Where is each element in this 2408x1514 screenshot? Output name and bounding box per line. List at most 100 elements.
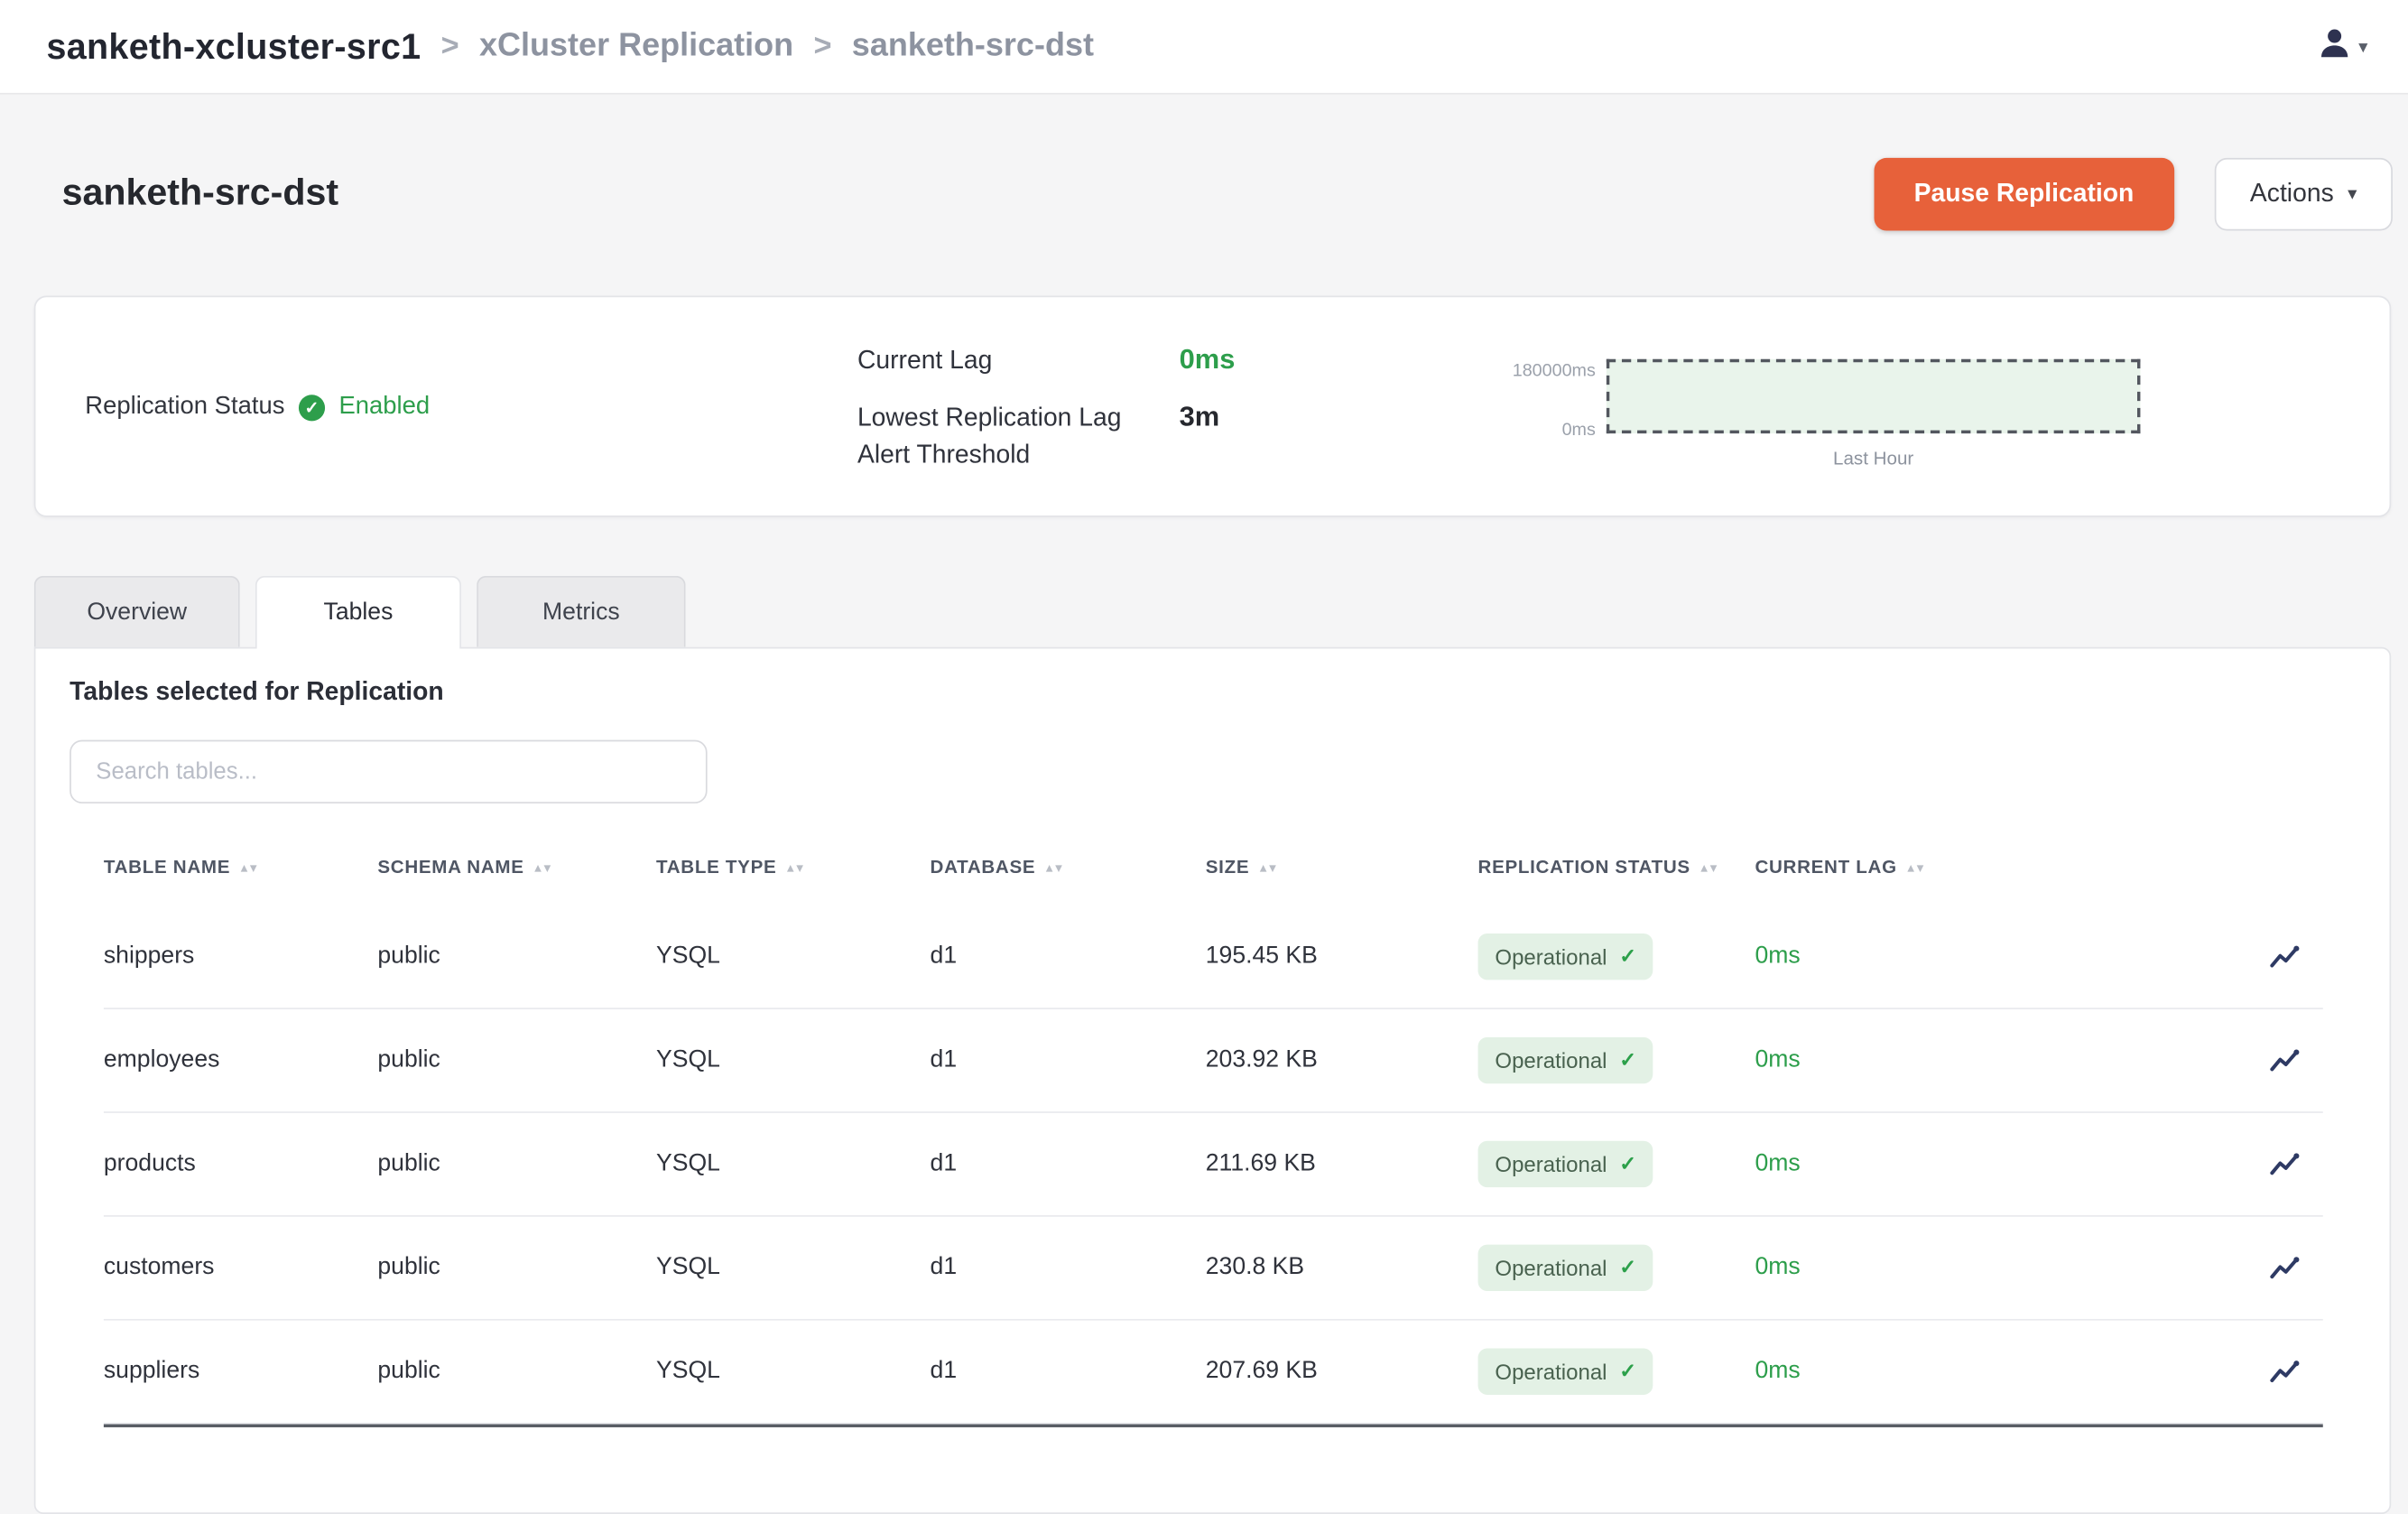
column-header-table-type[interactable]: TABLE TYPE ▴▾ (656, 856, 931, 878)
check-icon: ✓ (1619, 1256, 1636, 1280)
status-badge-label: Operational (1495, 1256, 1607, 1280)
replication-status-group: Replication Status ✓ Enabled (85, 394, 430, 422)
actions-button-label: Actions (2250, 179, 2334, 209)
cell-size: 203.92 KB (1206, 1046, 1478, 1074)
row-chart-button[interactable] (2269, 1147, 2301, 1180)
lowest-lag-value: 3m (1180, 401, 1236, 433)
cell-replication-status: Operational ✓ (1478, 1349, 1755, 1395)
cell-schema-name: public (377, 1358, 656, 1386)
chart-x-label: Last Hour (1607, 448, 2141, 469)
breadcrumb-separator-icon: > (441, 29, 459, 64)
column-header-replication-status[interactable]: REPLICATION STATUS ▴▾ (1478, 856, 1755, 878)
tab-tables[interactable]: Tables (255, 576, 461, 649)
tables-section-heading: Tables selected for Replication (69, 678, 2356, 708)
pause-replication-button[interactable]: Pause Replication (1874, 157, 2174, 230)
lag-summary: Current Lag 0ms Lowest Replication Lag A… (857, 344, 1235, 475)
cell-schema-name: public (377, 1150, 656, 1178)
trend-chart-icon (2269, 1147, 2301, 1180)
table-row[interactable]: shippers public YSQL d1 195.45 KB Operat… (104, 906, 2323, 1009)
replication-status-label: Replication Status (85, 394, 284, 422)
app-window: sanketh-xcluster-src1 > xCluster Replica… (0, 0, 2408, 1451)
row-chart-button[interactable] (2269, 1355, 2301, 1388)
status-badge-label: Operational (1495, 1048, 1607, 1073)
current-lag-value: 0ms (1180, 344, 1236, 376)
sort-icon[interactable]: ▴▾ (241, 860, 260, 874)
current-lag-label: Current Lag (857, 344, 1148, 381)
table-header-row: TABLE NAME ▴▾ SCHEMA NAME ▴▾ TABLE TYPE … (104, 828, 2323, 906)
cell-replication-status: Operational ✓ (1478, 933, 1755, 980)
sort-icon[interactable]: ▴▾ (1046, 860, 1065, 874)
column-header-table-name[interactable]: TABLE NAME ▴▾ (104, 856, 378, 878)
cell-current-lag: 0ms (1755, 1254, 2236, 1282)
tables-table: TABLE NAME ▴▾ SCHEMA NAME ▴▾ TABLE TYPE … (104, 828, 2323, 1427)
column-header-schema-name[interactable]: SCHEMA NAME ▴▾ (377, 856, 656, 878)
tab-overview[interactable]: Overview (34, 576, 240, 647)
table-bottom-edge (104, 1425, 2323, 1427)
cell-current-lag: 0ms (1755, 943, 2236, 971)
cell-schema-name: public (377, 1254, 656, 1282)
cell-schema-name: public (377, 943, 656, 971)
search-tables-input[interactable] (69, 740, 707, 803)
cell-replication-status: Operational ✓ (1478, 1141, 1755, 1187)
breadcrumb-current-config: sanketh-src-dst (852, 28, 1094, 65)
breadcrumb-universe-link[interactable]: sanketh-xcluster-src1 (46, 25, 421, 67)
cell-size: 211.69 KB (1206, 1150, 1478, 1178)
cell-table-type: YSQL (656, 1150, 931, 1178)
actions-button[interactable]: Actions ▾ (2214, 157, 2392, 230)
caret-down-icon: ▾ (2358, 35, 2367, 57)
trend-chart-icon (2269, 1251, 2301, 1284)
status-badge-label: Operational (1495, 1152, 1607, 1176)
column-header-current-lag[interactable]: CURRENT LAG ▴▾ (1755, 856, 2236, 878)
cell-table-type: YSQL (656, 1358, 931, 1386)
column-label: SIZE (1206, 856, 1249, 878)
cell-actions (2237, 941, 2323, 973)
cell-schema-name: public (377, 1046, 656, 1074)
cell-database: d1 (931, 1254, 1206, 1282)
column-header-size[interactable]: SIZE ▴▾ (1206, 856, 1478, 878)
cell-actions (2237, 1045, 2323, 1077)
cell-size: 230.8 KB (1206, 1254, 1478, 1282)
replication-status-card: Replication Status ✓ Enabled Current Lag… (34, 296, 2391, 517)
page-title: sanketh-src-dst (62, 172, 338, 215)
column-header-database[interactable]: DATABASE ▴▾ (931, 856, 1206, 878)
sort-icon[interactable]: ▴▾ (535, 860, 554, 874)
cell-current-lag: 0ms (1755, 1358, 2236, 1386)
status-badge: Operational ✓ (1478, 1141, 1653, 1187)
chart-plot-wrap: Last Hour (1607, 359, 2141, 469)
check-icon: ✓ (1619, 1048, 1636, 1073)
row-chart-button[interactable] (2269, 1251, 2301, 1284)
column-label: DATABASE (931, 856, 1036, 878)
cell-table-name: customers (104, 1254, 378, 1282)
cell-table-name: shippers (104, 943, 378, 971)
breadcrumb-xcluster-link[interactable]: xCluster Replication (479, 28, 793, 65)
sort-icon[interactable]: ▴▾ (1701, 860, 1720, 874)
cell-size: 195.45 KB (1206, 943, 1478, 971)
table-row[interactable]: products public YSQL d1 211.69 KB Operat… (104, 1113, 2323, 1217)
table-row[interactable]: employees public YSQL d1 203.92 KB Opera… (104, 1009, 2323, 1113)
cell-database: d1 (931, 1358, 1206, 1386)
cell-table-type: YSQL (656, 1046, 931, 1074)
sort-icon[interactable]: ▴▾ (787, 860, 806, 874)
column-label: REPLICATION STATUS (1478, 856, 1690, 878)
cell-size: 207.69 KB (1206, 1358, 1478, 1386)
check-icon: ✓ (1619, 944, 1636, 969)
trend-chart-icon (2269, 1355, 2301, 1388)
sort-icon[interactable]: ▴▾ (1908, 860, 1927, 874)
check-glyph: ✓ (305, 397, 320, 417)
status-badge: Operational ✓ (1478, 1037, 1653, 1083)
sort-icon[interactable]: ▴▾ (1260, 860, 1279, 874)
tab-metrics[interactable]: Metrics (477, 576, 685, 647)
cell-table-type: YSQL (656, 943, 931, 971)
row-chart-button[interactable] (2269, 941, 2301, 973)
check-icon: ✓ (1619, 1152, 1636, 1176)
tab-bar: Overview Tables Metrics (34, 576, 2408, 647)
user-menu[interactable]: ▾ (2315, 23, 2367, 70)
caret-down-icon: ▾ (2348, 182, 2357, 204)
status-badge: Operational ✓ (1478, 1349, 1653, 1395)
cell-table-type: YSQL (656, 1254, 931, 1282)
cell-actions (2237, 1251, 2323, 1284)
trend-chart-icon (2269, 1045, 2301, 1077)
table-row[interactable]: customers public YSQL d1 230.8 KB Operat… (104, 1217, 2323, 1321)
table-row[interactable]: suppliers public YSQL d1 207.69 KB Opera… (104, 1321, 2323, 1425)
row-chart-button[interactable] (2269, 1045, 2301, 1077)
